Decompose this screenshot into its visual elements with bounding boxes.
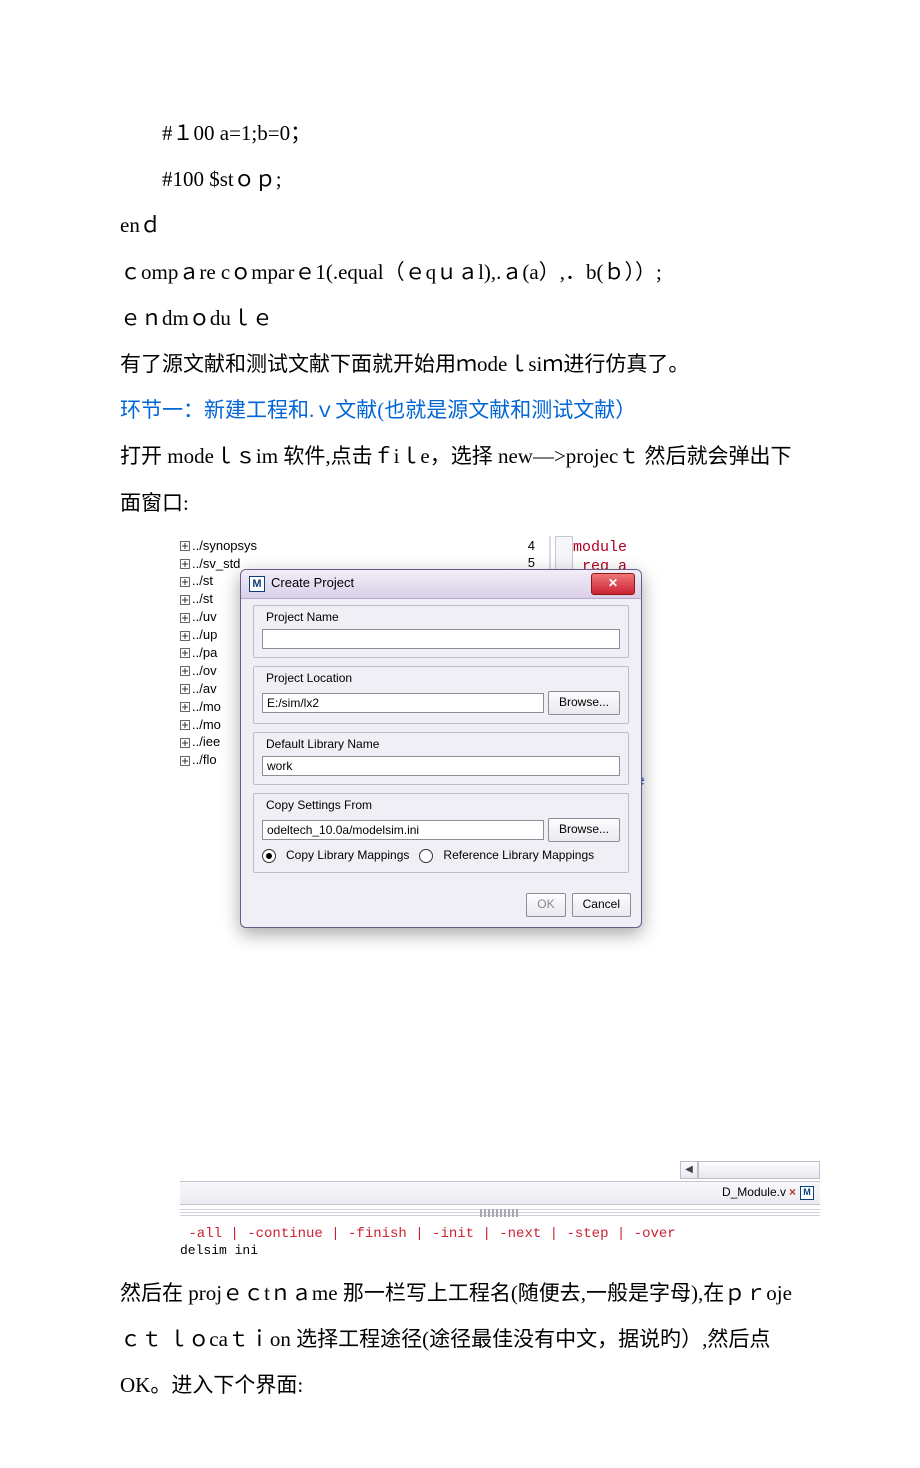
tree-row[interactable]: ../synopsys [180,538,248,555]
radio-copy-mappings[interactable] [262,849,276,863]
modelsim-mini-icon: M [800,1186,814,1200]
close-icon: ✕ [608,576,618,592]
radio-copy-mappings-label: Copy Library Mappings [286,848,409,864]
project-name-input[interactable] [262,629,620,649]
modelsim-logo-icon: M [249,576,265,592]
tab-label-text: D_Module.v [722,1185,786,1201]
radio-reference-mappings[interactable] [419,849,433,863]
copy-settings-label: Copy Settings From [262,798,376,814]
console-output: delsim ini [180,1243,820,1260]
project-location-label: Project Location [262,671,356,687]
browse-location-button[interactable]: Browse... [548,691,620,715]
tree-row[interactable]: ../pa [180,645,248,662]
cancel-button[interactable]: Cancel [572,893,631,917]
scroll-left-button[interactable]: ◀ [680,1161,698,1179]
console-output-red: -all | -continue | -finish | -init | -ne… [180,1225,820,1243]
default-library-input[interactable] [262,756,620,776]
embedded-screenshot: ../synopsys ../sv_std ../st ../st ../uv … [180,536,820,1260]
expand-icon [180,720,190,730]
tree-row[interactable]: ../ov [180,663,248,680]
create-project-dialog: M Create Project ✕ Project Name Project … [240,569,642,928]
paragraph-intro: 有了源文献和测试文献下面就开始用ｍodeｌsiｍ进行仿真了。 [120,341,800,387]
expand-icon [180,666,190,676]
expand-icon [180,756,190,766]
tab-module[interactable]: D_Module.v × [722,1185,796,1201]
expand-icon [180,577,190,587]
dialog-title-text: Create Project [271,575,354,592]
project-name-label: Project Name [262,610,343,626]
step1-heading: 环节一：新建工程和.ｖ文献(也就是源文献和测试文献） [120,387,800,433]
project-location-input[interactable] [262,693,544,713]
tree-row[interactable]: ../iee [180,734,248,751]
close-button[interactable]: ✕ [591,573,635,595]
code-line-2: #100 $stｏｐ; [120,156,800,202]
chevron-left-icon: ◀ [685,1163,693,1176]
tree-row[interactable]: ../sv_std [180,556,248,573]
expand-icon [180,613,190,623]
radio-reference-mappings-label: Reference Library Mappings [443,848,594,864]
tree-row[interactable]: ../uv [180,609,248,626]
ok-button[interactable]: OK [526,893,565,917]
horizontal-scrollbar[interactable] [698,1161,820,1179]
expand-icon [180,648,190,658]
browse-settings-button[interactable]: Browse... [548,818,620,842]
grip-icon [480,1209,520,1217]
tab-close-icon[interactable]: × [789,1185,796,1201]
tree-row[interactable]: ../up [180,627,248,644]
paragraph-after: 然后在 projｅｃtｎａme 那一栏写上工程名(随便去,一般是字母),在ｐｒo… [120,1270,800,1409]
tree-row[interactable]: ../flo [180,752,248,769]
code-line-1: #１00 a=1;b=0； [120,110,800,156]
code-line-end: enｄ [120,202,800,248]
code-line-compare: ｃompａre cｏmparｅ1(.equal（ｅqｕａl),.ａ(a）,．b(… [120,249,800,295]
code-line-endmodule: ｅｎdmｏduｌｅ [120,295,800,341]
tree-row[interactable]: ../mo [180,717,248,734]
copy-settings-input[interactable] [262,820,544,840]
editor-tab-strip: D_Module.v × M [180,1181,820,1205]
expand-icon [180,595,190,605]
tree-row[interactable]: ../mo [180,699,248,716]
tree-row[interactable]: ../av [180,681,248,698]
library-tree: ../synopsys ../sv_std ../st ../st ../uv … [180,536,248,811]
default-library-label: Default Library Name [262,737,383,753]
expand-icon [180,702,190,712]
tree-row[interactable]: ../st [180,573,248,590]
expand-icon [180,631,190,641]
paragraph-open: 打开 modeｌｓim 软件,点击ｆiｌe，选择 new—>projecｔ 然后… [120,433,800,525]
expand-icon [180,559,190,569]
expand-icon [180,684,190,694]
tree-row[interactable]: ../st [180,591,248,608]
expand-icon [180,738,190,748]
expand-icon [180,541,190,551]
pane-divider[interactable] [180,1209,820,1219]
